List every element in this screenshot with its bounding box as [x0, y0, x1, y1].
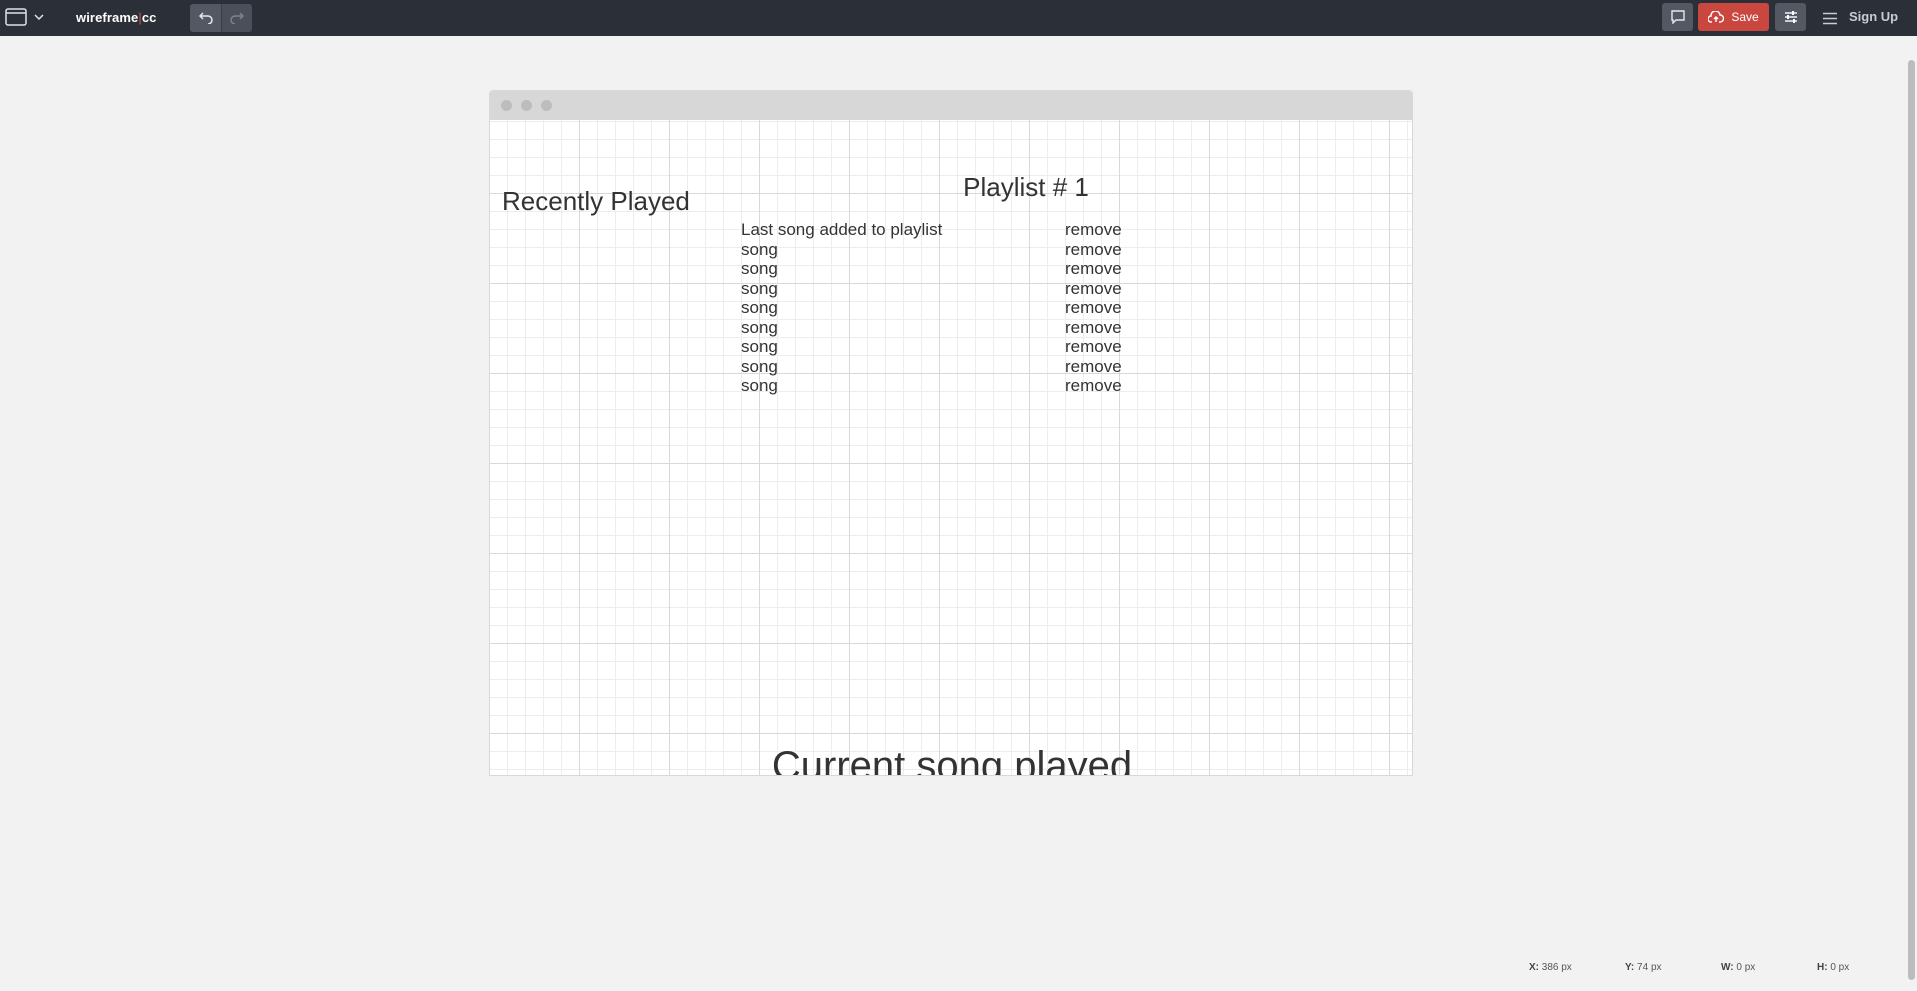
list-item: song remove: [741, 240, 1141, 260]
playlist-heading[interactable]: Playlist # 1: [876, 172, 1176, 203]
save-button[interactable]: Save: [1698, 3, 1769, 31]
save-label: Save: [1731, 10, 1759, 24]
redo-icon: [230, 12, 244, 24]
top-toolbar: wireframe|cc Save Sign Up: [0, 0, 1917, 36]
settings-button[interactable]: [1775, 3, 1806, 31]
browser-window-icon[interactable]: [4, 6, 28, 28]
list-item: song remove: [741, 259, 1141, 279]
canvas-grid[interactable]: Recently Played Playlist # 1 Last song a…: [490, 120, 1412, 775]
sign-up-link[interactable]: Sign Up: [1849, 9, 1898, 24]
list-item: Last song added to playlist remove: [741, 220, 1141, 240]
list-item: song remove: [741, 279, 1141, 299]
remove-link[interactable]: remove: [1065, 240, 1122, 260]
comment-button[interactable]: [1662, 3, 1693, 31]
list-item: song remove: [741, 357, 1141, 377]
remove-link[interactable]: remove: [1065, 298, 1122, 318]
undo-icon: [198, 12, 213, 24]
scrollbar-thumb[interactable]: [1908, 60, 1915, 980]
song-name[interactable]: song: [741, 376, 778, 396]
status-y-value: 74 px: [1637, 962, 1662, 973]
app-logo: wireframe|cc: [76, 10, 156, 25]
remove-link[interactable]: remove: [1065, 337, 1122, 357]
window-dot-minimize: [521, 100, 532, 111]
hamburger-menu-icon[interactable]: [1820, 8, 1840, 28]
status-w-value: 0 px: [1736, 962, 1756, 973]
list-item: song remove: [741, 318, 1141, 338]
song-name[interactable]: song: [741, 318, 778, 338]
status-x-label: X:: [1529, 962, 1539, 973]
list-item: song remove: [741, 298, 1141, 318]
recently-played-heading[interactable]: Recently Played: [502, 186, 690, 217]
brand-name: wireframe: [76, 10, 139, 25]
list-item: song remove: [741, 376, 1141, 396]
window-dot-maximize: [541, 100, 552, 111]
remove-link[interactable]: remove: [1065, 318, 1122, 338]
sliders-icon: [1784, 11, 1797, 23]
status-w-label: W:: [1721, 962, 1734, 973]
status-y-label: Y:: [1625, 962, 1635, 973]
song-name[interactable]: song: [741, 298, 778, 318]
vertical-scrollbar[interactable]: [1906, 36, 1917, 991]
song-name[interactable]: Last song added to playlist: [741, 220, 942, 240]
history-group: [190, 4, 252, 32]
wireframe-browser-window[interactable]: Recently Played Playlist # 1 Last song a…: [489, 90, 1413, 776]
brand-suffix: cc: [141, 10, 157, 25]
song-list: Last song added to playlist remove song re…: [741, 220, 1141, 396]
song-name[interactable]: song: [741, 357, 778, 377]
song-name[interactable]: song: [741, 279, 778, 299]
current-song-label[interactable]: Current song played: [734, 744, 1170, 775]
list-item: song remove: [741, 337, 1141, 357]
status-x-value: 386 px: [1541, 962, 1572, 973]
chevron-down-icon[interactable]: [32, 10, 46, 24]
status-x: X: 386 px: [1529, 962, 1572, 974]
status-h-value: 0 px: [1830, 962, 1850, 973]
window-dot-close: [501, 100, 512, 111]
redo-button[interactable]: [221, 4, 252, 32]
status-h: H: 0 px: [1817, 962, 1849, 974]
song-name[interactable]: song: [741, 259, 778, 279]
remove-link[interactable]: remove: [1065, 279, 1122, 299]
remove-link[interactable]: remove: [1065, 220, 1122, 240]
comment-icon: [1670, 10, 1685, 24]
song-name[interactable]: song: [741, 337, 778, 357]
status-w: W: 0 px: [1721, 962, 1755, 974]
status-h-label: H:: [1817, 962, 1828, 973]
remove-link[interactable]: remove: [1065, 376, 1122, 396]
song-name[interactable]: song: [741, 240, 778, 260]
status-y: Y: 74 px: [1625, 962, 1662, 974]
remove-link[interactable]: remove: [1065, 259, 1122, 279]
remove-link[interactable]: remove: [1065, 357, 1122, 377]
cloud-upload-icon: [1708, 11, 1725, 23]
window-titlebar: [490, 91, 1412, 120]
undo-button[interactable]: [190, 4, 221, 32]
